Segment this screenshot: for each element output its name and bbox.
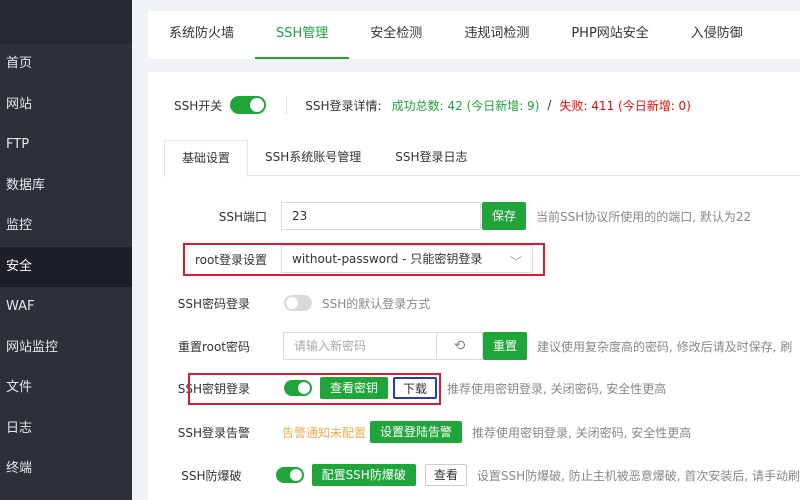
ssh-switch-toggle[interactable] <box>230 96 267 114</box>
refresh-icon[interactable]: ⟲ <box>437 332 483 360</box>
sidebar-item-sites[interactable]: 网站 <box>0 85 132 126</box>
tab-php-security[interactable]: PHP网站安全 <box>550 11 669 59</box>
set-alert-button[interactable]: 设置登陆告警 <box>370 421 463 443</box>
ssh-panel: SSH开关 SSH登录详情: 成功总数: 42 (今日新增: 9) / 失败: … <box>148 72 800 500</box>
subtab-accounts[interactable]: SSH系统账号管理 <box>248 140 378 175</box>
key-login-hint: 推荐使用密钥登录, 关闭密码, 安全性更高 <box>447 381 667 396</box>
sidebar: 首页 网站 FTP 数据库 监控 安全 WAF 网站监控 文件 日志 终端 <box>0 0 132 500</box>
sidebar-item-terminal[interactable]: 终端 <box>0 449 132 490</box>
login-alert-row: SSH登录告警 告警通知未配置 设置登陆告警 推荐使用密钥登录, 关闭密码, 安… <box>148 417 800 447</box>
password-login-hint: SSH的默认登录方式 <box>322 296 431 311</box>
login-alert-label: SSH登录告警 <box>177 425 250 440</box>
ssh-port-label: SSH端口 <box>218 209 267 224</box>
count-separator: / <box>547 98 552 112</box>
sidebar-item-database[interactable]: 数据库 <box>0 166 132 207</box>
new-password-input[interactable]: 请输入新密码 <box>283 332 437 360</box>
sidebar-header <box>0 0 132 44</box>
configure-brute-force-button[interactable]: 配置SSH防爆破 <box>311 464 416 486</box>
tab-security-scan[interactable]: 安全检测 <box>349 11 443 59</box>
reset-root-row: 重置root密码 请输入新密码 ⟲ 重置 建议使用复杂度高的密码, 修改后请及时… <box>148 331 800 361</box>
reset-root-hint: 建议使用复杂度高的密码, 修改后请及时保存, 刷 <box>537 339 793 354</box>
brute-force-label: SSH防爆破 <box>181 468 242 483</box>
toggle-knob <box>286 297 298 309</box>
success-count: 成功总数: 42 (今日新增: 9) <box>391 98 540 113</box>
subtab-basic[interactable]: 基础设置 <box>164 140 249 177</box>
highlight-root-login <box>183 243 545 276</box>
toggle-knob <box>289 469 302 481</box>
brute-force-hint: 设置SSH防爆破, 防止主机被恶意爆破, 首次安装后, 请手动刷 <box>476 468 800 483</box>
sidebar-item-home[interactable]: 首页 <box>0 44 132 85</box>
brute-force-toggle[interactable] <box>275 467 304 483</box>
password-login-label: SSH密码登录 <box>177 296 250 311</box>
password-login-row: SSH密码登录 SSH的默认登录方式 <box>148 288 800 318</box>
alert-status: 告警通知未配置 <box>282 425 367 440</box>
password-login-toggle[interactable] <box>284 295 312 311</box>
ssh-port-hint: 当前SSH协议所使用的的端口, 默认为22 <box>536 209 752 224</box>
sidebar-item-security[interactable]: 安全 <box>0 246 132 287</box>
reset-root-label: 重置root密码 <box>177 339 250 354</box>
sidebar-item-monitor[interactable]: 监控 <box>0 206 132 247</box>
security-tabs: 系统防火墙 SSH管理 安全检测 违规词检测 PHP网站安全 入侵防御 <box>148 11 800 59</box>
toggle-knob <box>250 98 265 112</box>
tab-intrusion[interactable]: 入侵防御 <box>670 11 764 59</box>
highlight-key-login <box>188 373 441 405</box>
reset-password-button[interactable]: 重置 <box>483 332 528 360</box>
ssh-status-row: SSH开关 SSH登录详情: 成功总数: 42 (今日新增: 9) / 失败: … <box>174 93 691 117</box>
ssh-subtabs: 基础设置 SSH系统账号管理 SSH登录日志 <box>164 140 800 177</box>
save-port-button[interactable]: 保存 <box>482 202 527 230</box>
sidebar-item-waf[interactable]: WAF <box>0 287 132 328</box>
tab-firewall[interactable]: 系统防火墙 <box>148 11 255 59</box>
sidebar-item-ftp[interactable]: FTP <box>0 125 132 166</box>
sidebar-item-logs[interactable]: 日志 <box>0 409 132 450</box>
subtab-login-log[interactable]: SSH登录日志 <box>378 140 484 175</box>
login-detail-label: SSH登录详情: <box>305 98 382 113</box>
ssh-switch-label: SSH开关 <box>174 98 223 113</box>
tab-word-scan[interactable]: 违规词检测 <box>443 11 550 59</box>
divider <box>286 96 288 114</box>
tab-ssh[interactable]: SSH管理 <box>255 11 350 59</box>
sidebar-item-files[interactable]: 文件 <box>0 368 132 409</box>
login-alert-hint: 推荐使用密钥登录, 关闭密码, 安全性更高 <box>472 425 692 440</box>
sidebar-item-site-monitor[interactable]: 网站监控 <box>0 328 132 369</box>
ssh-port-row: SSH端口 23 保存 当前SSH协议所使用的的端口, 默认为22 <box>148 201 800 231</box>
ssh-port-input[interactable]: 23 <box>281 202 481 230</box>
view-brute-force-button[interactable]: 查看 <box>424 464 467 486</box>
fail-count: 失败: 411 (今日新增: 0) <box>559 98 691 113</box>
brute-force-row: SSH防爆破 配置SSH防爆破 查看 设置SSH防爆破, 防止主机被恶意爆破, … <box>148 460 800 490</box>
